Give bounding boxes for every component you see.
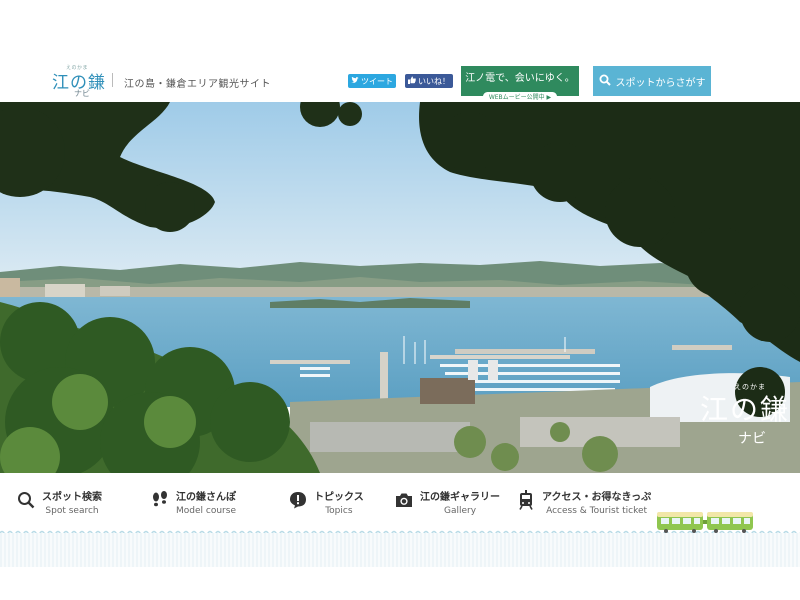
search-icon [599,74,611,89]
spot-search-label: スポットからさがす [615,77,706,89]
thumbs-up-icon [408,76,416,86]
exclamation-bubble-icon [288,490,308,510]
hero-image: えのかま 江の鎌 ナビ [0,102,800,473]
header-divider [112,73,113,87]
nav-item-model-course[interactable]: 江の鎌さんぽ Model course [150,488,236,518]
site-tagline: 江の島・鎌倉エリア観光サイト [124,79,271,90]
spot-search-button[interactable]: スポットからさがす [593,66,711,96]
footer-band [0,533,800,567]
nav-label-en: Spot search [45,506,99,516]
tweet-label: ツイート [361,76,393,86]
site-header: えのかま 江の鎌 ナビ 江の島・鎌倉エリア観光サイト ツイート いいね！ 江ノ電… [0,60,800,102]
tram-icon [516,490,536,510]
nav-item-spot-search[interactable]: スポット検索 Spot search [16,488,102,518]
nav-label-jp: スポット検索 [42,492,102,503]
nav-label-en: Topics [325,506,353,516]
enoden-train-icon [657,512,753,533]
enoden-movie-banner[interactable]: 江ノ電で、会いにゆく。 WEBムービー公開中 ▶ [461,66,579,101]
harbor-landscape-photo [0,102,800,473]
banner-subtitle: WEBムービー公開中 ▶ [482,92,558,101]
nav-item-access[interactable]: アクセス・お得なきっぷ Access & Tourist ticket [516,488,651,518]
nav-item-topics[interactable]: トピックス Topics [288,488,364,518]
like-label: いいね！ [418,76,450,86]
nav-label-en: Gallery [443,506,477,516]
hero-logo-main: 江の鎌 [700,393,791,426]
search-icon [16,490,36,510]
logo-sub-text: ナビ [74,89,90,98]
nav-label-jp: 江の鎌さんぽ [176,492,236,503]
nav-label-jp: トピックス [314,492,364,503]
camera-icon [394,490,414,510]
nav-label-en: Access & Tourist ticket [546,506,648,516]
nav-label-jp: アクセス・お得なきっぷ [542,492,652,503]
nav-label-en: Model course [176,506,236,516]
site-logo[interactable]: えのかま 江の鎌 ナビ [52,64,105,98]
nav-item-gallery[interactable]: 江の鎌ギャラリー Gallery [394,488,500,518]
tweet-button[interactable]: ツイート [348,74,396,88]
footprints-icon [150,490,170,510]
banner-title: 江ノ電で、会いにゆく。 [465,73,575,84]
like-button[interactable]: いいね！ [405,74,453,88]
nav-label-jp: 江の鎌ギャラリー [420,492,500,503]
hero-logo-sub: ナビ [738,431,766,447]
twitter-bird-icon [351,76,359,86]
page: えのかま 江の鎌 ナビ 江の島・鎌倉エリア観光サイト ツイート いいね！ 江ノ電… [0,0,800,600]
